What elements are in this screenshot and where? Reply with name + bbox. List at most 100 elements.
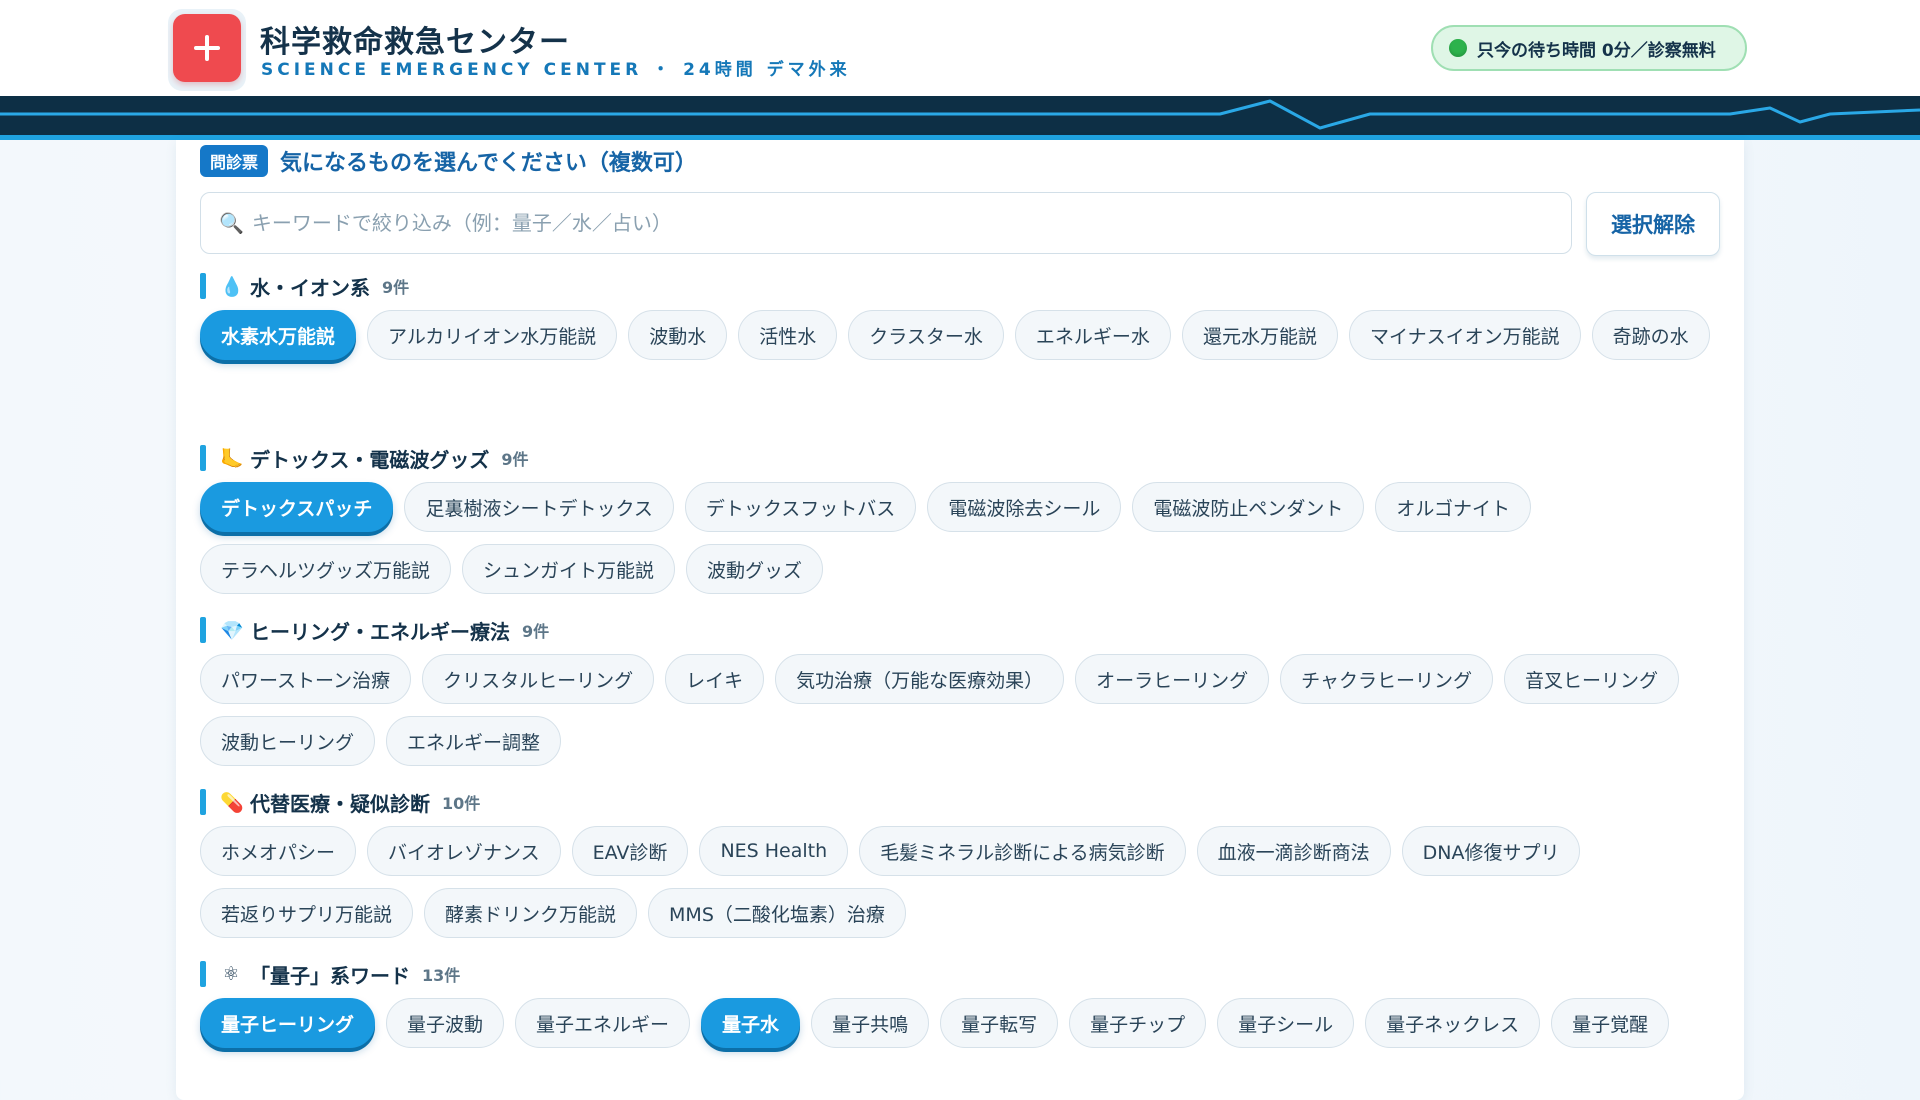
option-chip[interactable]: バイオレゾナンス — [367, 826, 561, 876]
site-subtitle: SCIENCE EMERGENCY CENTER ・ 24時間 デマ外来 — [261, 60, 851, 80]
pill-icon: 💊 — [220, 791, 244, 814]
option-chip[interactable]: 酵素ドリンク万能説 — [424, 888, 638, 938]
section-2: 🦶 デトックス・電磁波グッズ 9件 デトックスパッチ 足裏樹液シートデトックス デトックス… — [200, 444, 1720, 594]
chip-list: デトックスパッチ 足裏樹液シートデトックス デトックスフットバス 電磁波除去シール 電磁… — [200, 482, 1720, 594]
option-chip[interactable]: エネルギー水 — [1014, 310, 1171, 360]
search-box[interactable]: 🔍 — [200, 192, 1572, 254]
option-chip[interactable]: オーラヒーリング — [1075, 654, 1270, 704]
ecg-banner — [0, 96, 1920, 140]
option-chip[interactable]: DNA修復サプリ — [1401, 826, 1581, 876]
option-chip-selected[interactable]: 量子水 — [701, 998, 801, 1048]
section-count: 9件 — [501, 450, 529, 469]
option-chip[interactable]: レイキ — [665, 654, 765, 704]
atom-icon: ⚛ — [222, 963, 240, 985]
foot-icon: 🦶 — [220, 447, 244, 470]
section-count: 13件 — [422, 966, 461, 985]
option-chip[interactable]: 量子チップ — [1069, 998, 1207, 1048]
option-chip[interactable]: 還元水万能説 — [1181, 310, 1338, 360]
clear-selection-button[interactable]: 選択解除 — [1586, 192, 1720, 256]
section-5: ⚛ 「量子」系ワード 13件量子ヒーリング 量子波動 量子エネルギー 量子水 量子共鳴 量子転… — [200, 960, 1720, 1048]
option-chip[interactable]: 量子共鳴 — [811, 998, 930, 1048]
option-chip[interactable]: 量子シール — [1217, 998, 1355, 1048]
questionnaire-card: 問診票 気になるものを選んでください（複数可） 🔍 選択解除 💧 水・イオン系 9件… — [176, 140, 1744, 1100]
option-chip[interactable]: 波動水 — [628, 310, 728, 360]
option-chip-selected[interactable]: デトックスパッチ — [200, 482, 394, 532]
section-header: 💎 ヒーリング・エネルギー療法 9件 — [200, 616, 1720, 644]
section-3: 💎 ヒーリング・エネルギー療法 9件パワーストーン治療 クリスタルヒーリング レイキ 気功… — [200, 616, 1720, 766]
section-accent-bar — [200, 617, 206, 643]
option-chip[interactable]: 波動ヒーリング — [200, 716, 376, 766]
section-title: 代替医療・疑似診断 — [250, 791, 430, 816]
heartbeat-line-icon — [0, 99, 1920, 130]
section-header: ⚛ 「量子」系ワード 13件 — [200, 960, 1720, 988]
option-chip[interactable]: アルカリイオン水万能説 — [367, 310, 618, 360]
option-chip[interactable]: 血液一滴診断商法 — [1196, 826, 1391, 876]
option-chip[interactable]: 量子ネックレス — [1365, 998, 1541, 1048]
option-chip[interactable]: 活性水 — [738, 310, 838, 360]
section-header: 🦶 デトックス・電磁波グッズ 9件 — [200, 444, 1720, 472]
section-count: 9件 — [522, 622, 550, 641]
section-title: 「量子」系ワード — [250, 963, 410, 988]
option-chip[interactable]: 足裏樹液シートデトックス — [404, 482, 674, 532]
section-title: デトックス・電磁波グッズ — [250, 447, 490, 472]
option-chip[interactable]: パワーストーン治療 — [200, 654, 412, 704]
section-accent-bar — [200, 445, 206, 471]
droplet-icon: 💧 — [220, 275, 244, 298]
option-chip[interactable]: オルゴナイト — [1375, 482, 1531, 532]
option-chip[interactable]: 電磁波除去シール — [927, 482, 1122, 532]
status-dot-icon — [1449, 39, 1467, 57]
wait-time-badge: 只今の待ち時間 0分／診察無料 — [1431, 25, 1747, 71]
option-chip[interactable]: EAV診断 — [571, 826, 689, 876]
chip-list: 水素水万能説 アルカリイオン水万能説 波動水 活性水 クラスター水 エネルギー水 還元水万能… — [200, 310, 1720, 360]
site-header: 科学救命救急センター SCIENCE EMERGENCY CENTER ・ 24… — [0, 0, 1920, 96]
section-1: 💧 水・イオン系 9件水素水万能説 アルカリイオン水万能説 波動水 活性水 クラスター水 エネ… — [200, 272, 1720, 360]
option-chip[interactable]: テラヘルツグッズ万能説 — [200, 544, 452, 594]
option-chip[interactable]: 奇跡の水 — [1591, 310, 1710, 360]
logo[interactable] — [168, 9, 246, 91]
option-chip[interactable]: 音叉ヒーリング — [1503, 654, 1679, 704]
option-chip[interactable]: 量子転写 — [940, 998, 1059, 1048]
option-chip[interactable]: 量子波動 — [386, 998, 505, 1048]
search-icon: 🔍 — [219, 211, 244, 235]
section-accent-bar — [200, 789, 206, 815]
section-4: 💊 代替医療・疑似診断 10件ホメオパシー バイオレゾナンス EAV診断 NES Heal… — [200, 788, 1720, 938]
section-title: ヒーリング・エネルギー療法 — [250, 619, 510, 644]
questionnaire-title: 気になるものを選んでください（複数可） — [280, 151, 697, 176]
option-chip[interactable]: NES Health — [699, 826, 849, 876]
section-header: 💧 水・イオン系 9件 — [200, 272, 1720, 300]
section-accent-bar — [200, 273, 206, 299]
wait-time-text: 只今の待ち時間 0分／診察無料 — [1477, 40, 1716, 61]
option-chip[interactable]: 若返りサプリ万能説 — [200, 888, 414, 938]
section-title: 水・イオン系 — [250, 275, 370, 300]
search-input[interactable] — [251, 211, 1571, 235]
section-accent-bar — [200, 961, 206, 987]
section-header: 💊 代替医療・疑似診断 10件 — [200, 788, 1720, 816]
option-chip[interactable]: デトックスフットバス — [684, 482, 917, 532]
logo-badge — [173, 14, 241, 82]
option-chip[interactable]: クラスター水 — [848, 310, 1004, 360]
option-chip[interactable]: マイナスイオン万能説 — [1348, 310, 1581, 360]
chip-list: パワーストーン治療 クリスタルヒーリング レイキ 気功治療（万能な医療効果） オーラヒー… — [200, 654, 1720, 766]
gem-icon: 💎 — [220, 619, 244, 642]
option-chip[interactable]: MMS（二酸化塩素）治療 — [648, 888, 906, 938]
option-chip[interactable]: 波動グッズ — [686, 544, 824, 594]
option-chip[interactable]: 量子覚醒 — [1551, 998, 1670, 1048]
section-count: 9件 — [382, 278, 410, 297]
chip-list: ホメオパシー バイオレゾナンス EAV診断 NES Health 毛髪ミネラル診断による… — [200, 826, 1720, 938]
option-chip[interactable]: クリスタルヒーリング — [422, 654, 655, 704]
section-count: 10件 — [442, 794, 481, 813]
chip-list: 量子ヒーリング 量子波動 量子エネルギー 量子水 量子共鳴 量子転写 量子チップ 量子シール量… — [200, 998, 1720, 1048]
questionnaire-tag: 問診票 — [200, 145, 269, 177]
option-chip[interactable]: シュンガイト万能説 — [462, 544, 676, 594]
option-chip-selected[interactable]: 量子ヒーリング — [200, 998, 376, 1048]
option-chip[interactable]: エネルギー調整 — [386, 716, 562, 766]
option-chip[interactable]: ホメオパシー — [200, 826, 357, 876]
option-chip[interactable]: 気功治療（万能な医療効果） — [775, 654, 1065, 704]
option-chip[interactable]: チャクラヒーリング — [1280, 654, 1493, 704]
option-chip[interactable]: 量子エネルギー — [515, 998, 691, 1048]
option-chip-selected[interactable]: 水素水万能説 — [200, 310, 357, 360]
option-chip[interactable]: 電磁波防止ペンダント — [1132, 482, 1365, 532]
plus-icon — [194, 35, 220, 61]
option-chip[interactable]: 毛髪ミネラル診断による病気診断 — [859, 826, 1186, 876]
questionnaire-header: 問診票 気になるものを選んでください（複数可） — [200, 145, 697, 177]
